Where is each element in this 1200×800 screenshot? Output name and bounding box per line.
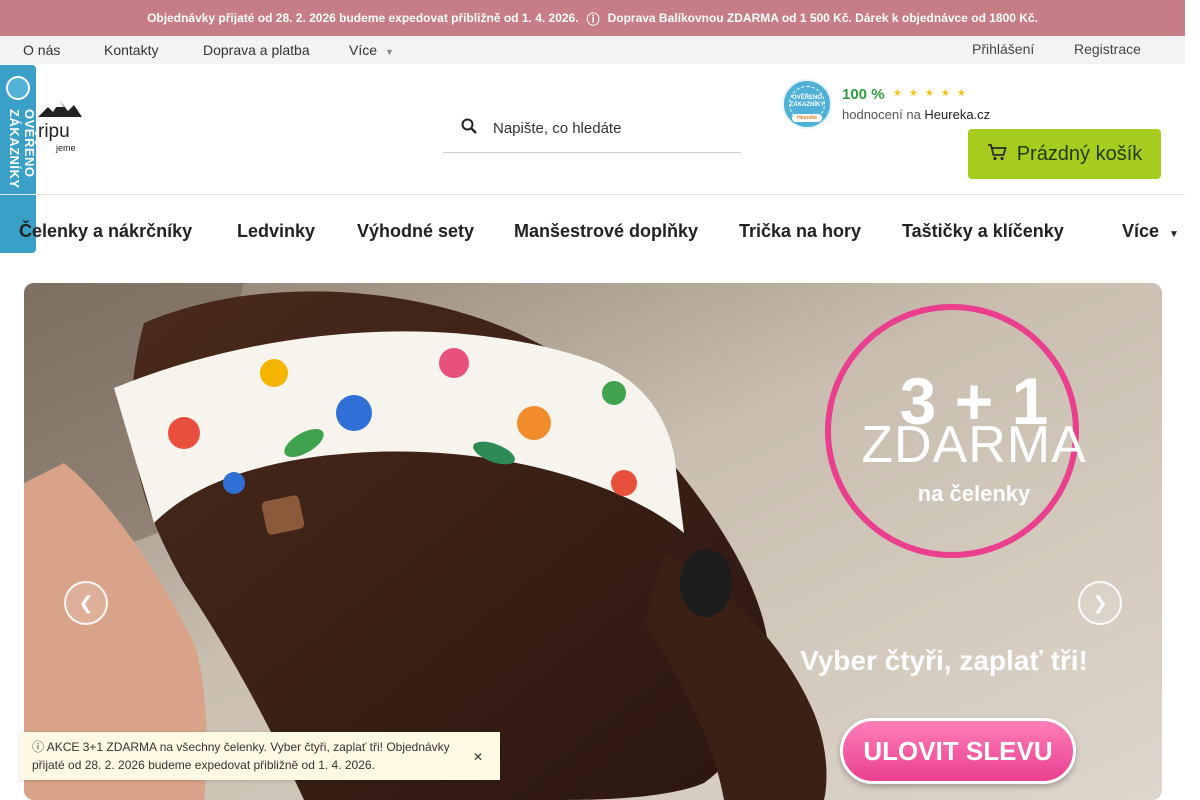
notification-text: AKCE 3+1 ZDARMA na všechny čelenky. Vybe… — [32, 740, 450, 772]
login-link[interactable]: Přihlášení — [972, 41, 1034, 57]
search-input[interactable] — [493, 117, 723, 139]
search-box[interactable] — [443, 104, 741, 153]
register-link[interactable]: Registrace — [1074, 41, 1141, 57]
cart-button[interactable]: Prázdný košík — [968, 129, 1161, 179]
search-icon[interactable] — [461, 118, 477, 134]
category-pouches[interactable]: Taštičky a klíčenky — [902, 221, 1064, 242]
category-waist-bags[interactable]: Ledvinky — [237, 221, 315, 242]
announcement-bar: Objednávky přijaté od 28. 2. 2026 budeme… — [0, 0, 1185, 36]
category-nav: Čelenky a nákrčníky Ledvinky Výhodné set… — [0, 194, 1185, 264]
nav-shipping-link[interactable]: Doprava a platba — [203, 42, 310, 58]
heureka-link[interactable]: Heureka.cz — [924, 107, 990, 122]
shipping-notice: Doprava Balíkovnou ZDARMA od 1 500 Kč. D… — [607, 11, 1038, 25]
carousel-prev-button[interactable]: ❮ — [64, 581, 108, 625]
verified-seal-icon — [6, 76, 30, 100]
heureka-badge-text: OVĚŘENO ZÁKAZNÍKY — [789, 95, 825, 108]
info-icon: ⓘ — [32, 740, 47, 754]
cart-label: Prázdný košík — [1016, 142, 1143, 165]
rating-source: hodnocení na Heureka.cz — [842, 107, 990, 122]
category-more-label: Více — [1122, 221, 1160, 241]
site-logo[interactable]: ripu jeme — [36, 95, 84, 155]
close-icon[interactable]: ✕ — [473, 748, 483, 766]
chevron-right-icon: ❯ — [1092, 592, 1108, 613]
carousel-next-button[interactable]: ❯ — [1078, 581, 1122, 625]
category-corduroy[interactable]: Manšestrové doplňky — [514, 221, 698, 242]
category-headbands[interactable]: Čelenky a nákrčníky — [19, 221, 192, 242]
promo-free: ZDARMA — [861, 416, 1087, 474]
rating-stars: ★★★★★ — [893, 88, 973, 99]
cart-icon — [987, 142, 1007, 167]
chevron-down-icon: ▼ — [385, 47, 394, 57]
promo-subtitle: na čelenky — [917, 481, 1031, 506]
info-icon: ⓘ — [586, 11, 600, 27]
promo-notification: ⓘ AKCE 3+1 ZDARMA na všechny čelenky. Vy… — [20, 732, 500, 780]
svg-text:jeme: jeme — [55, 143, 76, 153]
chevron-down-icon: ▼ — [1169, 229, 1179, 240]
nav-about-link[interactable]: O nás — [23, 42, 60, 58]
nav-more-dropdown[interactable]: Více ▼ — [349, 42, 394, 58]
chevron-left-icon: ❮ — [78, 592, 94, 613]
rating-prefix: hodnocení na — [842, 107, 921, 122]
heureka-rating: 100 % — [842, 86, 885, 103]
promo-tagline: Vyber čtyři, zaplať tři! — [800, 645, 1088, 676]
nav-contacts-link[interactable]: Kontakty — [104, 42, 158, 58]
category-more-dropdown[interactable]: Více ▼ — [1122, 221, 1179, 242]
promo-banner[interactable]: 3 + 1 ZDARMA na čelenky Vyber čtyři, zap… — [24, 283, 1162, 800]
category-sets[interactable]: Výhodné sety — [357, 221, 474, 242]
promo-cta-button[interactable]: ULOVIT SLEVU — [840, 718, 1076, 784]
nav-more-label: Více — [349, 42, 378, 58]
category-tshirts[interactable]: Trička na hory — [739, 221, 861, 242]
heureka-verified-badge[interactable]: OVĚŘENO ZÁKAZNÍKY Heureka — [782, 79, 832, 129]
heureka-badge-brand: Heureka — [792, 114, 822, 122]
svg-text:ripu: ripu — [38, 121, 70, 142]
order-notice: Objednávky přijaté od 28. 2. 2026 budeme… — [147, 11, 579, 25]
